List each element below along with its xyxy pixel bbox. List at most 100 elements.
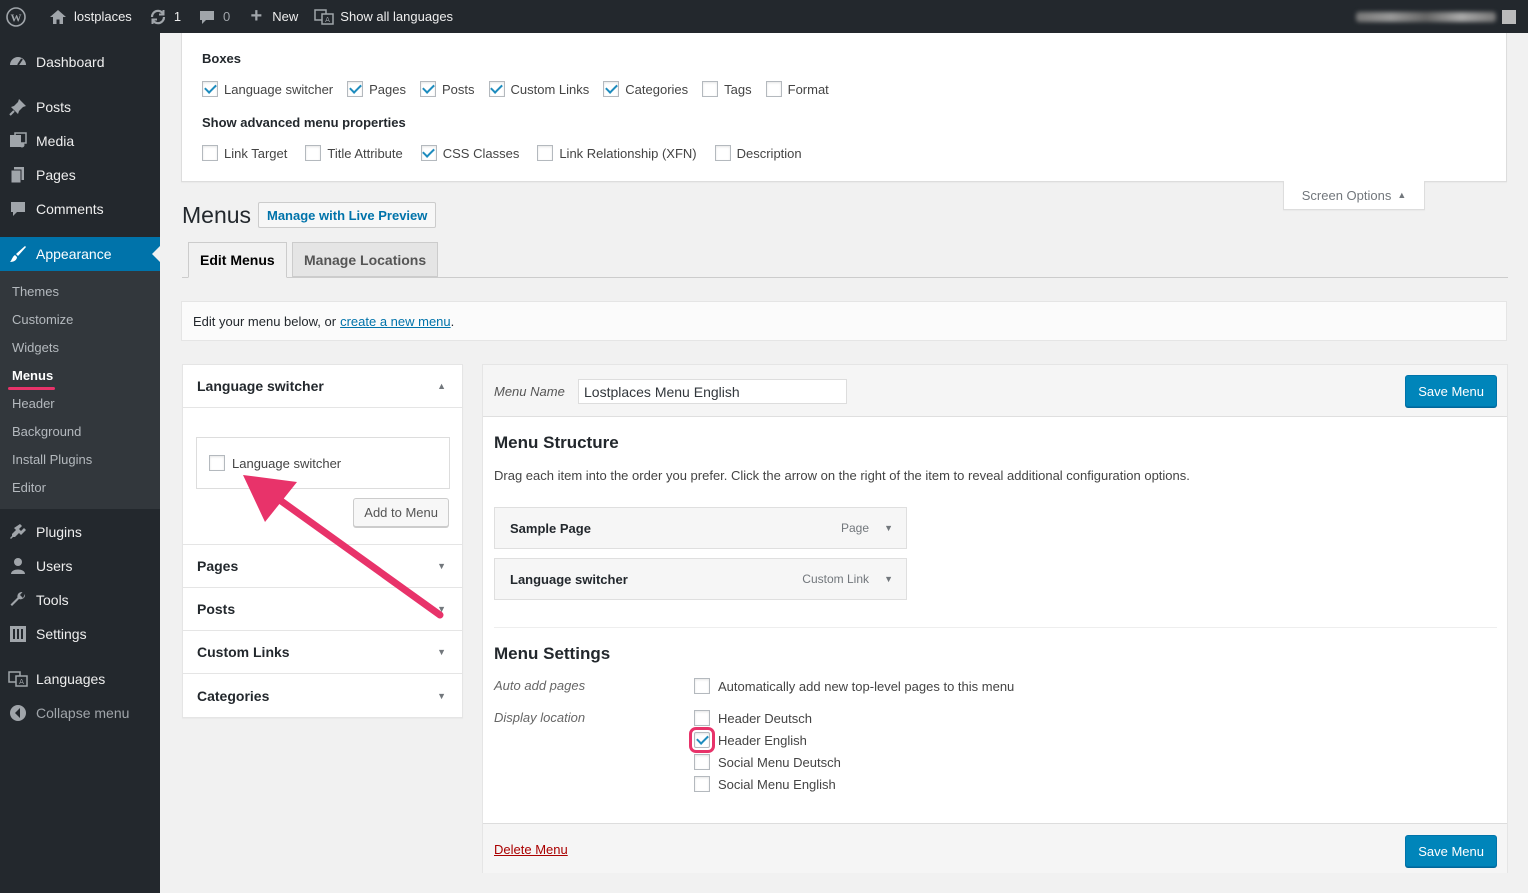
sidebar-item-dashboard[interactable]: Dashboard: [0, 45, 160, 79]
page-title: Menus: [182, 202, 252, 228]
checkbox[interactable]: [603, 81, 620, 97]
adv-toggle-description[interactable]: Description: [714, 145, 802, 161]
tab-manage-locations[interactable]: Manage Locations: [292, 242, 439, 277]
manage-live-preview-button[interactable]: Manage with Live Preview: [258, 202, 437, 228]
manage-menus-text: Edit your menu below, or: [193, 313, 337, 329]
add-to-menu-button[interactable]: Add to Menu: [353, 498, 449, 527]
checkbox[interactable]: [202, 145, 218, 161]
submenu-item-widgets[interactable]: Widgets: [0, 334, 160, 362]
adv-toggle-link-relationship[interactable]: Link Relationship (XFN): [537, 145, 697, 161]
sidebar-item-comments[interactable]: Comments: [0, 192, 160, 226]
menu-header: Menu Name Lostplaces Menu English Save M…: [483, 365, 1507, 417]
caret-down-icon[interactable]: ▼: [884, 523, 893, 533]
auto-add-pages-label: Auto add pages: [494, 678, 586, 693]
checkbox-label: CSS Classes: [442, 145, 520, 161]
display-location-label: Display location: [494, 710, 586, 725]
location-header-deutsch[interactable]: Header Deutsch: [694, 710, 812, 726]
checkbox[interactable]: [694, 678, 710, 694]
sidebar-item-users[interactable]: Users: [0, 549, 160, 583]
accordion-title: Custom Links: [197, 644, 290, 660]
show-all-languages-link[interactable]: A Show all languages: [306, 0, 461, 33]
checkbox[interactable]: [420, 81, 437, 97]
collapse-menu-button[interactable]: Collapse menu: [0, 696, 160, 730]
accordion-section-categories[interactable]: Categories ▼: [183, 674, 462, 717]
sidebar-item-label: Media: [36, 133, 75, 149]
accordion-section-posts[interactable]: Posts ▼: [183, 588, 462, 631]
box-toggle-posts[interactable]: Posts: [420, 81, 475, 97]
accordion-section-language-switcher[interactable]: Language switcher ▲: [183, 365, 462, 408]
accordion-body-language-switcher: Language switcher Add to Menu: [183, 408, 462, 545]
screen-options-toggle[interactable]: Screen Options ▲: [1283, 181, 1425, 210]
checkbox[interactable]: [694, 710, 710, 726]
submenu-item-themes[interactable]: Themes: [0, 278, 160, 306]
comments-icon: [8, 199, 28, 219]
language-switcher-item[interactable]: Language switcher: [209, 455, 341, 471]
submenu-item-background[interactable]: Background: [0, 418, 160, 446]
comments-link[interactable]: 0: [189, 0, 238, 33]
box-toggle-categories[interactable]: Categories: [603, 81, 688, 97]
checkbox[interactable]: [694, 776, 710, 792]
adv-toggle-link-target[interactable]: Link Target: [202, 145, 287, 161]
checkbox[interactable]: [420, 145, 437, 161]
checkbox[interactable]: [347, 81, 364, 97]
submenu-item-install-plugins[interactable]: Install Plugins: [0, 446, 160, 474]
box-toggle-custom-links[interactable]: Custom Links: [488, 81, 589, 97]
location-header-english[interactable]: Header English: [689, 727, 807, 753]
checkbox[interactable]: [202, 81, 218, 97]
menu-item-language-switcher[interactable]: Language switcher Custom Link ▼: [494, 558, 907, 600]
adv-toggle-title-attribute[interactable]: Title Attribute: [305, 145, 403, 161]
sidebar-item-appearance[interactable]: Appearance: [0, 237, 160, 271]
sidebar-item-settings[interactable]: Settings: [0, 617, 160, 651]
sidebar-item-tools[interactable]: Tools: [0, 583, 160, 617]
location-social-menu-deutsch[interactable]: Social Menu Deutsch: [694, 754, 841, 770]
collapse-icon: [8, 703, 28, 723]
box-toggle-tags[interactable]: Tags: [702, 81, 752, 97]
sidebar-item-languages[interactable]: A Languages: [0, 662, 160, 696]
sidebar-item-label: Languages: [36, 671, 106, 687]
tab-edit-menus[interactable]: Edit Menus: [188, 242, 287, 278]
sidebar-item-posts[interactable]: Posts: [0, 90, 160, 124]
checkbox-label: Header Deutsch: [718, 710, 812, 726]
save-menu-button-top[interactable]: Save Menu: [1405, 375, 1497, 407]
accordion-section-custom-links[interactable]: Custom Links ▼: [183, 631, 462, 674]
checkbox-label: Title Attribute: [327, 145, 403, 161]
user-account-menu[interactable]: [1356, 0, 1516, 33]
menu-item-type: Page: [840, 521, 869, 535]
new-content-link[interactable]: + New: [238, 0, 306, 33]
delete-menu-link[interactable]: Delete Menu: [494, 842, 568, 857]
box-toggle-language-switcher[interactable]: Language switcher: [202, 81, 333, 97]
menu-item-type: Custom Link: [802, 572, 869, 586]
location-social-menu-english[interactable]: Social Menu English: [694, 776, 836, 792]
sidebar-item-media[interactable]: Media: [0, 124, 160, 158]
save-menu-button-bottom[interactable]: Save Menu: [1405, 835, 1497, 867]
checkbox[interactable]: [537, 145, 554, 161]
user-name-blurred: [1356, 11, 1496, 22]
checkbox[interactable]: [765, 81, 782, 97]
sidebar-item-pages[interactable]: Pages: [0, 158, 160, 192]
checkbox[interactable]: [209, 455, 225, 471]
submenu-item-editor[interactable]: Editor: [0, 474, 160, 502]
checkbox[interactable]: [488, 81, 505, 97]
box-toggle-pages[interactable]: Pages: [347, 81, 406, 97]
checkbox[interactable]: [694, 754, 710, 770]
accordion-section-pages[interactable]: Pages ▼: [183, 545, 462, 588]
site-name-link[interactable]: lostplaces: [40, 0, 140, 33]
submenu-item-customize[interactable]: Customize: [0, 306, 160, 334]
caret-down-icon[interactable]: ▼: [884, 574, 893, 584]
checkbox[interactable]: [689, 727, 715, 753]
create-new-menu-link[interactable]: create a new menu: [340, 314, 451, 329]
box-toggle-format[interactable]: Format: [765, 81, 829, 97]
submenu-item-menus[interactable]: Menus: [0, 362, 160, 390]
checkbox[interactable]: [305, 145, 322, 161]
submenu-item-header[interactable]: Header: [0, 390, 160, 418]
updates-link[interactable]: 1: [140, 0, 189, 33]
sidebar-item-plugins[interactable]: Plugins: [0, 515, 160, 549]
auto-add-pages-option[interactable]: Automatically add new top-level pages to…: [694, 678, 1014, 694]
wordpress-logo[interactable]: W: [0, 0, 40, 33]
checkbox[interactable]: [714, 145, 731, 161]
adv-toggle-css-classes[interactable]: CSS Classes: [420, 145, 520, 161]
menu-item-sample-page[interactable]: Sample Page Page ▼: [494, 507, 907, 549]
languages-label: Show all languages: [340, 9, 454, 24]
menu-name-input[interactable]: Lostplaces Menu English: [578, 379, 847, 404]
checkbox[interactable]: [702, 81, 719, 97]
